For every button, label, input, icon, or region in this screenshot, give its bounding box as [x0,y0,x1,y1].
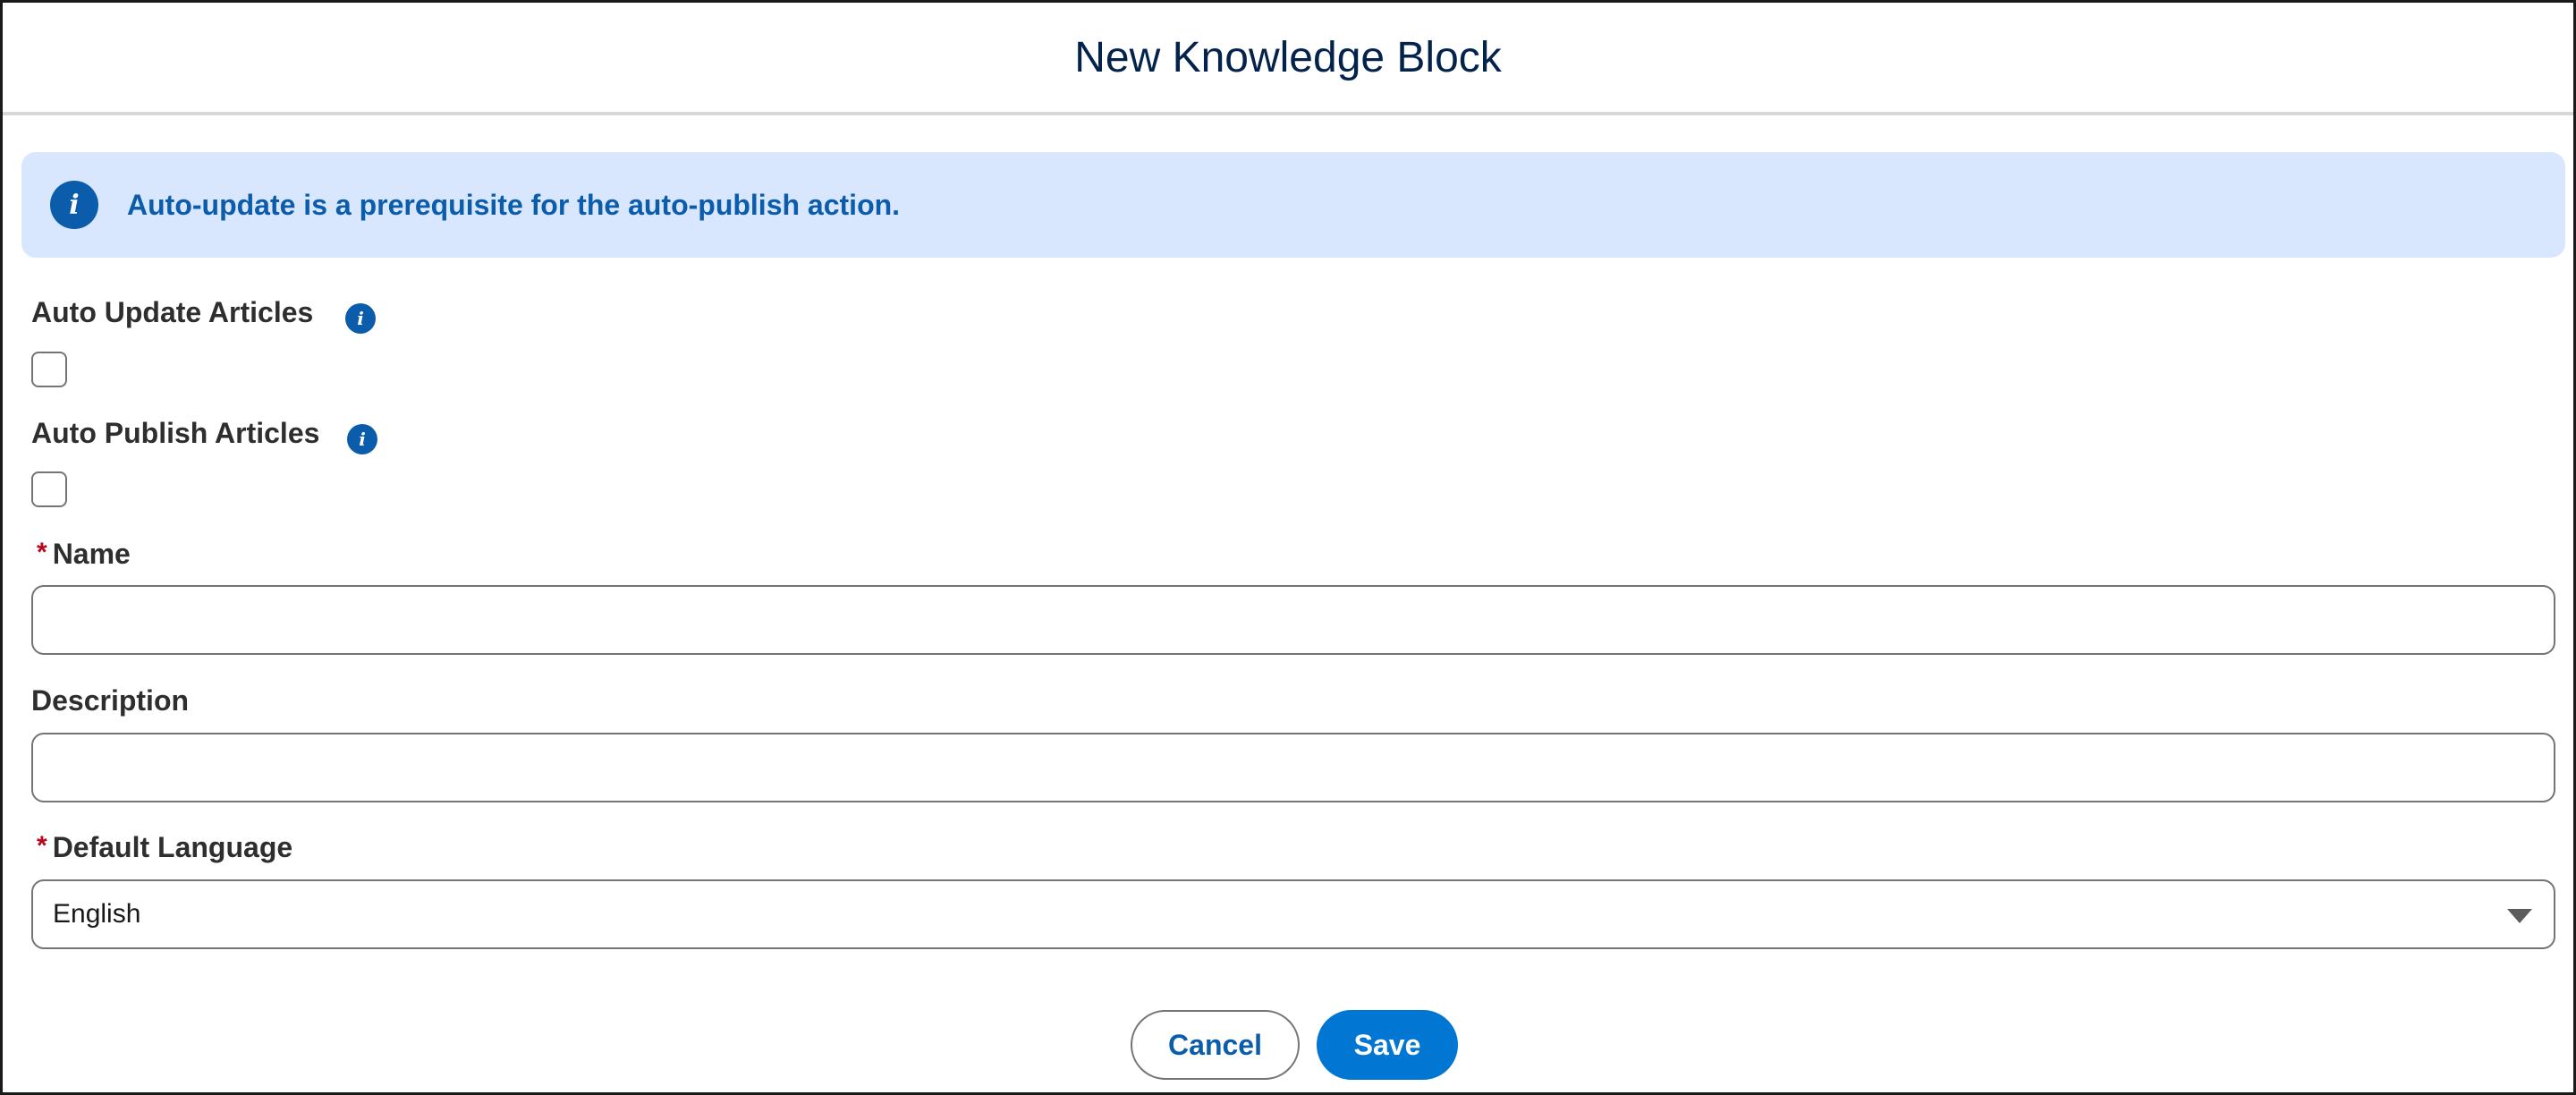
alert-message: Auto-update is a prerequisite for the au… [127,188,901,221]
modal-title: New Knowledge Block [1074,33,1502,81]
description-input[interactable] [31,733,2555,802]
new-knowledge-block-modal: New Knowledge Block i Auto-update is a p… [0,0,2576,1095]
name-label: * Name [37,538,131,571]
description-label: Description [31,684,190,717]
name-input[interactable] [31,585,2555,655]
modal-header: New Knowledge Block [3,3,2573,115]
chevron-down-icon [2507,909,2532,923]
default-language-value: English [53,899,141,929]
cancel-button[interactable]: Cancel [1131,1010,1300,1080]
required-marker: * [37,830,47,861]
required-marker: * [37,537,47,567]
default-language-label: * Default Language [37,831,292,864]
default-language-label-text: Default Language [52,831,293,863]
auto-update-label: Auto Update Articles [31,296,314,328]
auto-publish-help-icon[interactable]: i [347,424,377,454]
auto-publish-checkbox[interactable] [31,471,67,507]
info-alert: i Auto-update is a prerequisite for the … [21,152,2565,258]
default-language-select[interactable]: English [31,879,2555,949]
info-icon: i [50,181,98,229]
auto-publish-label: Auto Publish Articles [31,417,320,449]
name-label-text: Name [52,538,131,570]
save-button[interactable]: Save [1317,1010,1458,1080]
auto-update-help-icon[interactable]: i [345,303,376,334]
auto-update-checkbox[interactable] [31,352,67,387]
